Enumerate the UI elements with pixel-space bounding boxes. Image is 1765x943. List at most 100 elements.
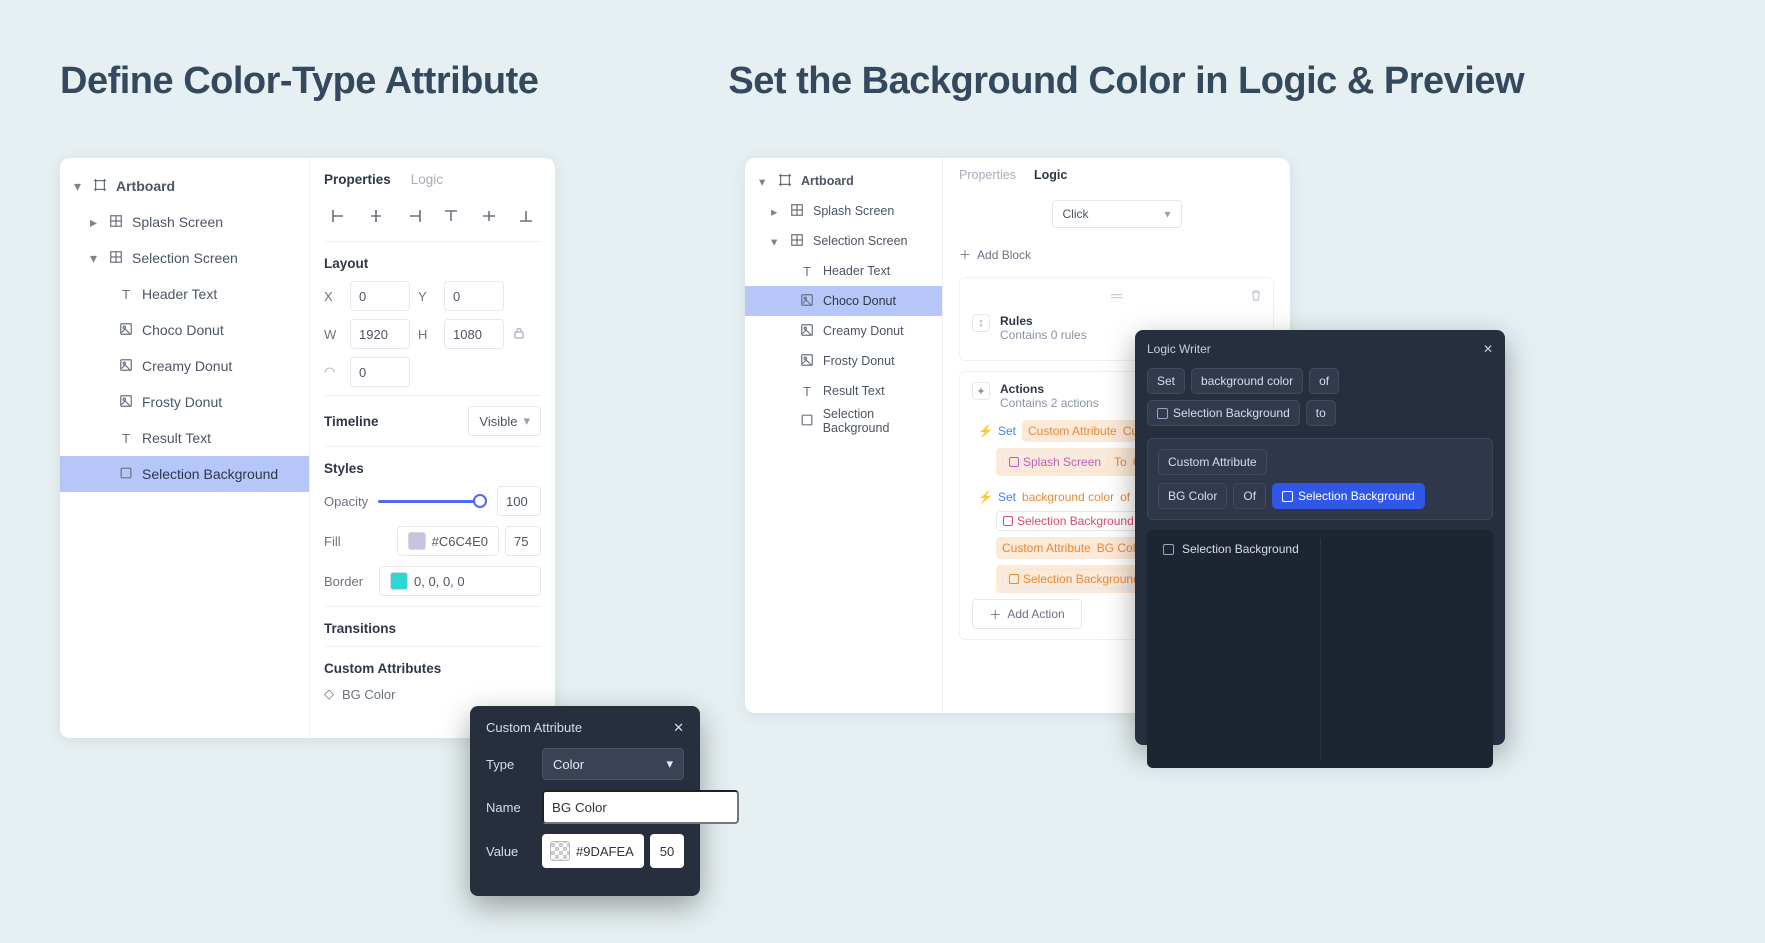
tab-logic[interactable]: Logic [1034, 168, 1067, 182]
layer-splash[interactable]: ▸Splash Screen [745, 196, 942, 226]
token: Custom Attribute [1002, 541, 1091, 555]
type-select[interactable]: Color▾ [542, 748, 684, 780]
layer-artboard[interactable]: ▾Artboard [745, 166, 942, 196]
value-hex-input[interactable]: #9DAFEA [542, 834, 644, 868]
kw-set: Set [998, 490, 1016, 504]
event-select[interactable]: Click▾ [1052, 200, 1182, 228]
bolt-icon: ⚡ [978, 490, 992, 504]
custom-attr-item[interactable]: BG Color [342, 687, 395, 702]
h-label: H [418, 327, 436, 342]
w-input[interactable] [350, 319, 410, 349]
name-input[interactable] [542, 790, 739, 824]
kw-set: Set [998, 424, 1016, 438]
opacity-input[interactable] [497, 486, 541, 516]
layer-item[interactable]: Selection Background [745, 406, 942, 436]
layer-item[interactable]: Frosty Donut [745, 346, 942, 376]
border-swatch [390, 572, 408, 590]
frame-icon [789, 233, 805, 250]
transitions-header: Transitions [324, 621, 541, 636]
tab-logic[interactable]: Logic [411, 172, 443, 187]
fill-label: Fill [324, 534, 341, 549]
lock-icon[interactable] [512, 326, 538, 343]
layer-item[interactable]: Creamy Donut [60, 348, 309, 384]
chip-bgcolor[interactable]: background color [1191, 368, 1303, 394]
image-icon [799, 323, 815, 340]
value-swatch [550, 841, 570, 861]
rules-sub: Contains 0 rules [1000, 328, 1087, 342]
add-block-button[interactable]: ＋Add Block [959, 246, 1274, 263]
target-list: Selection Background [1147, 530, 1493, 768]
properties-panel: Properties Logic Layout X Y W [310, 158, 555, 738]
fill-pct-input[interactable] [505, 526, 541, 556]
layer-item-selected[interactable]: Choco Donut [745, 286, 942, 316]
layer-selection[interactable]: ▾Selection Screen [745, 226, 942, 256]
chip-set[interactable]: Set [1147, 368, 1185, 394]
opacity-slider[interactable] [378, 500, 487, 503]
plus-icon: ＋ [989, 606, 1001, 623]
layer-tree-right: ▾Artboard ▸Splash Screen ▾Selection Scre… [745, 158, 943, 713]
layer-splash[interactable]: ▸ Splash Screen [60, 204, 309, 240]
fill-chip[interactable]: #C6C4E0 [397, 526, 499, 556]
opacity-label: Opacity [324, 494, 368, 509]
token: Custom Attribute [1028, 424, 1117, 438]
close-icon[interactable]: ✕ [673, 720, 684, 736]
actions-sub: Contains 2 actions [1000, 396, 1099, 410]
align-bottom-icon[interactable] [513, 205, 539, 227]
h-input[interactable] [444, 319, 504, 349]
layer-artboard[interactable]: ▾ Artboard [60, 168, 309, 204]
layer-item[interactable]: Creamy Donut [745, 316, 942, 346]
layer-item[interactable]: THeader Text [60, 276, 309, 312]
trash-icon[interactable] [1249, 288, 1263, 307]
text-icon: T [118, 287, 134, 302]
layer-item[interactable]: THeader Text [745, 256, 942, 286]
align-center-icon[interactable] [363, 205, 389, 227]
layer-item-selected[interactable]: Selection Background [60, 456, 309, 492]
w-label: W [324, 327, 342, 342]
chip-to[interactable]: to [1306, 400, 1336, 426]
text-icon: T [118, 431, 134, 446]
layer-item[interactable]: Frosty Donut [60, 384, 309, 420]
value-pct-input[interactable]: 50 [650, 834, 684, 868]
align-middle-icon[interactable] [476, 205, 502, 227]
logic-writer-panel: Logic Writer ✕ Set background color of Se… [1135, 330, 1505, 745]
border-chip[interactable]: 0, 0, 0, 0 [379, 566, 541, 596]
drag-handle-icon[interactable]: ═ [972, 288, 1261, 306]
chip-selbg-active[interactable]: Selection Background [1272, 483, 1425, 509]
corner-input[interactable] [350, 357, 410, 387]
layer-item[interactable]: TResult Text [60, 420, 309, 456]
layer-item[interactable]: TResult Text [745, 376, 942, 406]
popover-title: Custom Attribute [486, 720, 582, 736]
y-input[interactable] [444, 281, 504, 311]
logic-writer-title: Logic Writer [1147, 342, 1211, 356]
align-right-icon[interactable] [401, 205, 427, 227]
actions-title: Actions [1000, 382, 1099, 396]
x-input[interactable] [350, 281, 410, 311]
fill-swatch [408, 532, 426, 550]
image-icon [118, 358, 134, 375]
visible-dropdown[interactable]: Visible ▾ [468, 406, 541, 436]
tab-properties[interactable]: Properties [324, 172, 391, 187]
target-chip: Selection Background [1002, 569, 1147, 589]
chip-of[interactable]: Of [1233, 483, 1266, 509]
target-chip: Splash Screen [1002, 452, 1108, 472]
actions-icon: ✦ [972, 382, 990, 400]
close-icon[interactable]: ✕ [1483, 342, 1493, 356]
chip-custom-attr[interactable]: Custom Attribute [1158, 449, 1267, 475]
name-label: Name [486, 800, 532, 815]
define-panel: ▾ Artboard ▸ Splash Screen ▾ Selection S… [60, 158, 555, 738]
border-label: Border [324, 574, 363, 589]
rules-icon: ↕ [972, 314, 990, 332]
align-top-icon[interactable] [438, 205, 464, 227]
image-icon [799, 293, 815, 310]
chip-selbg[interactable]: Selection Background [1147, 400, 1300, 426]
layout-header: Layout [324, 256, 541, 271]
add-action-button[interactable]: ＋Add Action [972, 599, 1082, 629]
chip-of[interactable]: of [1309, 368, 1339, 394]
chip-bgcolor[interactable]: BG Color [1158, 483, 1227, 509]
list-item[interactable]: Selection Background [1163, 542, 1314, 556]
layer-selection[interactable]: ▾ Selection Screen [60, 240, 309, 276]
tab-properties[interactable]: Properties [959, 168, 1016, 182]
align-left-icon[interactable] [326, 205, 352, 227]
rect-icon [799, 413, 815, 430]
layer-item[interactable]: Choco Donut [60, 312, 309, 348]
